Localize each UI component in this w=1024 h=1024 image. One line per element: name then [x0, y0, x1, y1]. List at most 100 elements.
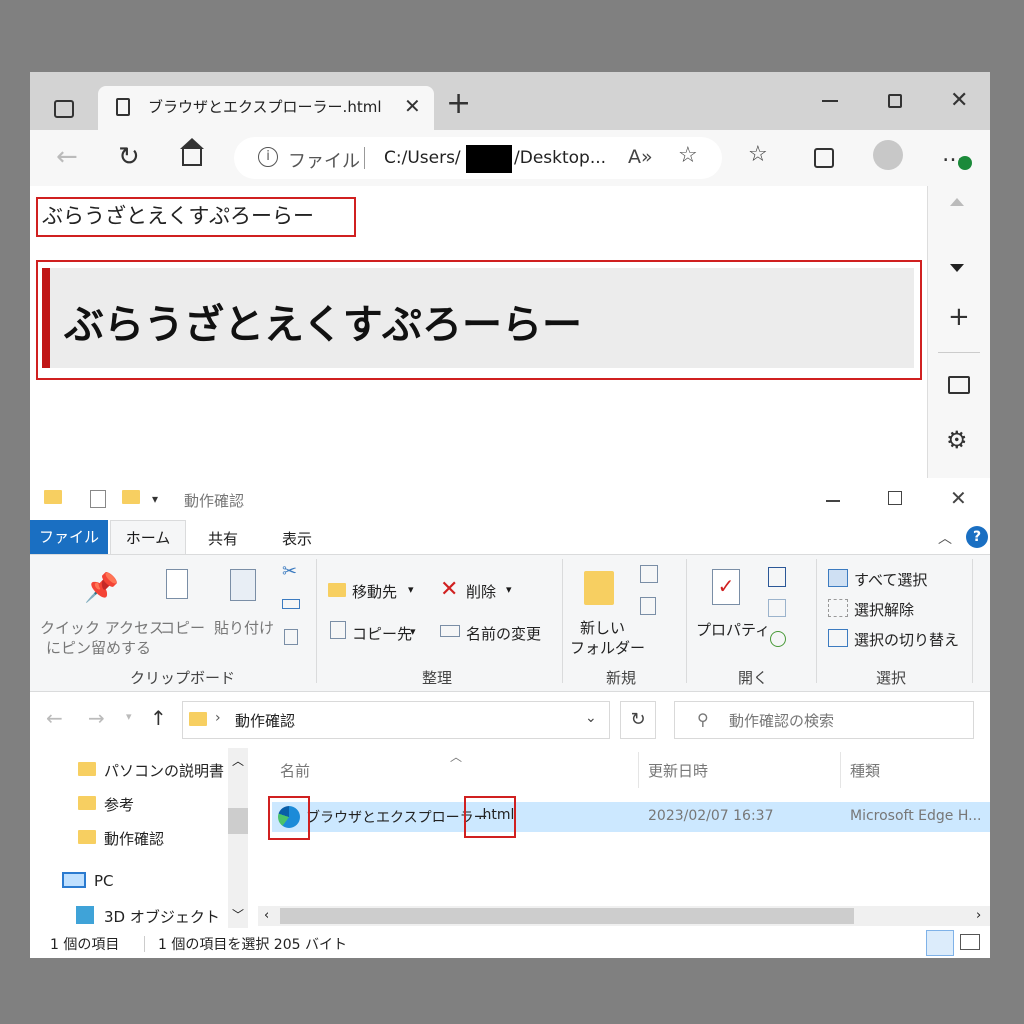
tree-item-manual[interactable]: パソコンの説明書: [104, 760, 224, 781]
new-folder-qa-icon[interactable]: [122, 490, 140, 504]
tree-scroll-down-icon[interactable]: ﹀: [232, 906, 244, 923]
help-icon[interactable]: ?: [966, 526, 988, 548]
refresh-folder-icon[interactable]: ↻: [620, 701, 656, 739]
move-to-dropdown-icon[interactable]: ▾: [408, 583, 414, 596]
select-all-icon[interactable]: [828, 569, 848, 587]
copy-to-icon[interactable]: [330, 621, 346, 639]
copy-to-button[interactable]: コピー先: [352, 623, 412, 644]
scroll-left-icon[interactable]: ‹: [264, 908, 269, 923]
new-folder-icon[interactable]: [584, 571, 614, 605]
cut-icon[interactable]: ✂: [282, 561, 297, 582]
invert-selection-button[interactable]: 選択の切り替え: [854, 629, 959, 650]
paste-icon[interactable]: [230, 569, 256, 601]
horizontal-scrollbar[interactable]: ‹ ›: [258, 906, 990, 926]
copy-to-dropdown-icon[interactable]: ▾: [410, 625, 416, 638]
edit-icon[interactable]: [768, 599, 786, 617]
minimize-button[interactable]: [822, 100, 838, 102]
new-folder-line1[interactable]: 新しい: [580, 617, 625, 638]
favorite-add-icon[interactable]: ☆: [678, 143, 698, 168]
move-to-icon[interactable]: [328, 583, 346, 597]
profile-avatar[interactable]: [873, 140, 903, 170]
tree-item-pc[interactable]: PC: [94, 872, 114, 890]
select-none-button[interactable]: 選択解除: [854, 599, 914, 620]
hide-sidebar-icon[interactable]: [948, 376, 970, 394]
properties-icon[interactable]: ✓: [712, 569, 740, 605]
back-icon[interactable]: ←: [56, 142, 78, 172]
file-type: Microsoft Edge H...: [850, 808, 982, 824]
tab-view[interactable]: 表示: [282, 528, 312, 549]
recent-locations-icon[interactable]: ▾: [126, 710, 132, 723]
address-box[interactable]: › 動作確認 ⌄: [182, 701, 610, 739]
easy-access-icon[interactable]: [640, 597, 656, 615]
tree-scroll-up-icon[interactable]: ︿: [232, 752, 244, 769]
move-to-button[interactable]: 移動先: [352, 581, 397, 602]
copy-icon[interactable]: [166, 569, 188, 599]
column-modified[interactable]: 更新日時: [648, 760, 708, 781]
qa-dropdown-icon[interactable]: ▾: [152, 492, 158, 506]
explorer-close[interactable]: ✕: [950, 486, 967, 510]
close-window-button[interactable]: ✕: [950, 88, 968, 113]
large-icons-view-icon[interactable]: [960, 934, 980, 950]
tree-item-reference[interactable]: 参考: [104, 794, 134, 815]
nav-back-icon[interactable]: ←: [46, 706, 63, 730]
tab-actions-icon[interactable]: [54, 100, 74, 118]
address-dropdown-icon[interactable]: ⌄: [585, 710, 597, 726]
new-tab-button[interactable]: +: [446, 86, 471, 121]
properties-button[interactable]: プロパティ: [696, 619, 770, 640]
explorer-maximize[interactable]: [888, 491, 902, 505]
select-none-icon[interactable]: [828, 599, 848, 617]
column-type[interactable]: 種類: [850, 760, 880, 781]
properties-check-icon[interactable]: [90, 490, 106, 508]
horizontal-scroll-thumb[interactable]: [280, 908, 854, 924]
collections-icon[interactable]: [814, 148, 834, 168]
details-view-icon[interactable]: [926, 930, 954, 956]
open-icon[interactable]: [768, 567, 786, 587]
home-icon[interactable]: [182, 148, 202, 166]
read-aloud-icon[interactable]: A»: [628, 146, 653, 168]
new-item-icon[interactable]: [640, 565, 658, 583]
delete-button[interactable]: 削除: [466, 581, 496, 602]
refresh-icon[interactable]: ↻: [118, 142, 140, 172]
explorer-minimize[interactable]: [826, 500, 840, 502]
delete-icon[interactable]: ✕: [440, 577, 458, 602]
favorites-icon[interactable]: ☆: [748, 142, 768, 167]
pin-quick-access-line1[interactable]: クイック アクセス: [40, 617, 164, 638]
delete-dropdown-icon[interactable]: ▾: [506, 583, 512, 596]
copy-path-icon[interactable]: [282, 599, 300, 609]
tree-scroll-thumb[interactable]: [228, 808, 248, 834]
add-sidebar-icon[interactable]: +: [948, 302, 970, 332]
rename-icon[interactable]: [440, 625, 460, 637]
nav-up-icon[interactable]: ↑: [150, 706, 167, 730]
settings-gear-icon[interactable]: ⚙: [946, 426, 968, 454]
info-icon[interactable]: i: [258, 147, 278, 167]
tree-item-check[interactable]: 動作確認: [104, 828, 164, 849]
search-box[interactable]: ⚲ 動作確認の検索: [674, 701, 974, 739]
3d-objects-icon: [76, 906, 94, 924]
pin-icon[interactable]: 📌: [84, 571, 119, 604]
tree-scrollbar[interactable]: ︿ ﹀: [228, 748, 248, 928]
scroll-up-icon[interactable]: [950, 198, 964, 206]
pin-quick-access-line2[interactable]: にピン留めする: [46, 637, 151, 658]
close-tab-icon[interactable]: ✕: [404, 94, 421, 118]
maximize-button[interactable]: [888, 94, 902, 108]
scroll-right-icon[interactable]: ›: [976, 908, 981, 923]
nav-forward-icon[interactable]: →: [88, 706, 105, 730]
tab-file[interactable]: ファイル: [30, 520, 108, 554]
invert-selection-icon[interactable]: [828, 629, 848, 647]
column-name[interactable]: 名前: [280, 760, 310, 781]
tab-home[interactable]: ホーム: [110, 520, 186, 555]
new-folder-line2[interactable]: フォルダー: [570, 637, 645, 658]
history-icon[interactable]: [770, 631, 786, 647]
url-box[interactable]: i ファイル C:/Users/ /Desktop... A» ☆: [234, 137, 722, 179]
file-row[interactable]: ブラウザとエクスプローラー .html 2023/02/07 16:37 Mic…: [272, 802, 990, 832]
copy-button[interactable]: コピー: [160, 617, 205, 638]
tab-share[interactable]: 共有: [208, 528, 238, 549]
rename-button[interactable]: 名前の変更: [466, 623, 541, 644]
select-all-button[interactable]: すべて選択: [854, 569, 927, 590]
large-heading: ぶらうざとえくすぷろーらー: [64, 302, 582, 348]
ribbon-collapse-icon[interactable]: ︿: [938, 528, 952, 548]
paste-shortcut-icon[interactable]: [284, 629, 298, 645]
scroll-down-icon[interactable]: [950, 264, 964, 272]
paste-button[interactable]: 貼り付け: [214, 617, 274, 638]
tree-item-3d[interactable]: 3D オブジェクト: [104, 906, 220, 927]
